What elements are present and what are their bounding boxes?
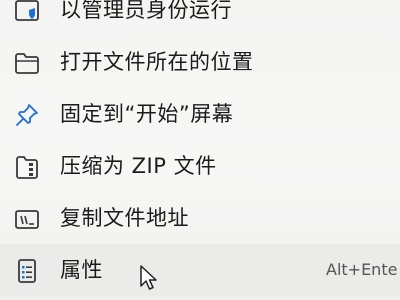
menu-item-copy-file-path[interactable]: 复制文件地址 (0, 192, 400, 244)
menu-item-open-file-location[interactable]: 打开文件所在的位置 (0, 36, 400, 88)
menu-item-label: 复制文件地址 (60, 206, 189, 230)
shortcut-label: Alt+Ente (326, 260, 398, 279)
copy-path-icon (14, 206, 40, 232)
zip-folder-icon (14, 154, 40, 180)
folder-icon (14, 50, 40, 76)
menu-item-label: 属性 (60, 258, 103, 282)
shield-icon (14, 0, 40, 24)
menu-item-properties[interactable]: 属性 Alt+Ente (0, 244, 400, 296)
pin-icon (14, 102, 40, 128)
menu-item-compress-zip[interactable]: 压缩为 ZIP 文件 (0, 140, 400, 192)
menu-item-label: 以管理员身份运行 (60, 0, 232, 22)
menu-item-label: 压缩为 ZIP 文件 (60, 154, 217, 178)
mouse-cursor-icon (139, 264, 161, 292)
menu-item-label: 打开文件所在的位置 (60, 50, 254, 74)
context-menu: 以管理员身份运行 打开文件所在的位置 固定到“开始”屏幕 压缩为 ZIP 文件 … (0, 0, 400, 300)
menu-item-label: 固定到“开始”屏幕 (60, 102, 234, 126)
menu-item-pin-to-start[interactable]: 固定到“开始”屏幕 (0, 88, 400, 140)
menu-item-run-as-admin[interactable]: 以管理员身份运行 (0, 0, 400, 36)
properties-icon (14, 258, 40, 284)
